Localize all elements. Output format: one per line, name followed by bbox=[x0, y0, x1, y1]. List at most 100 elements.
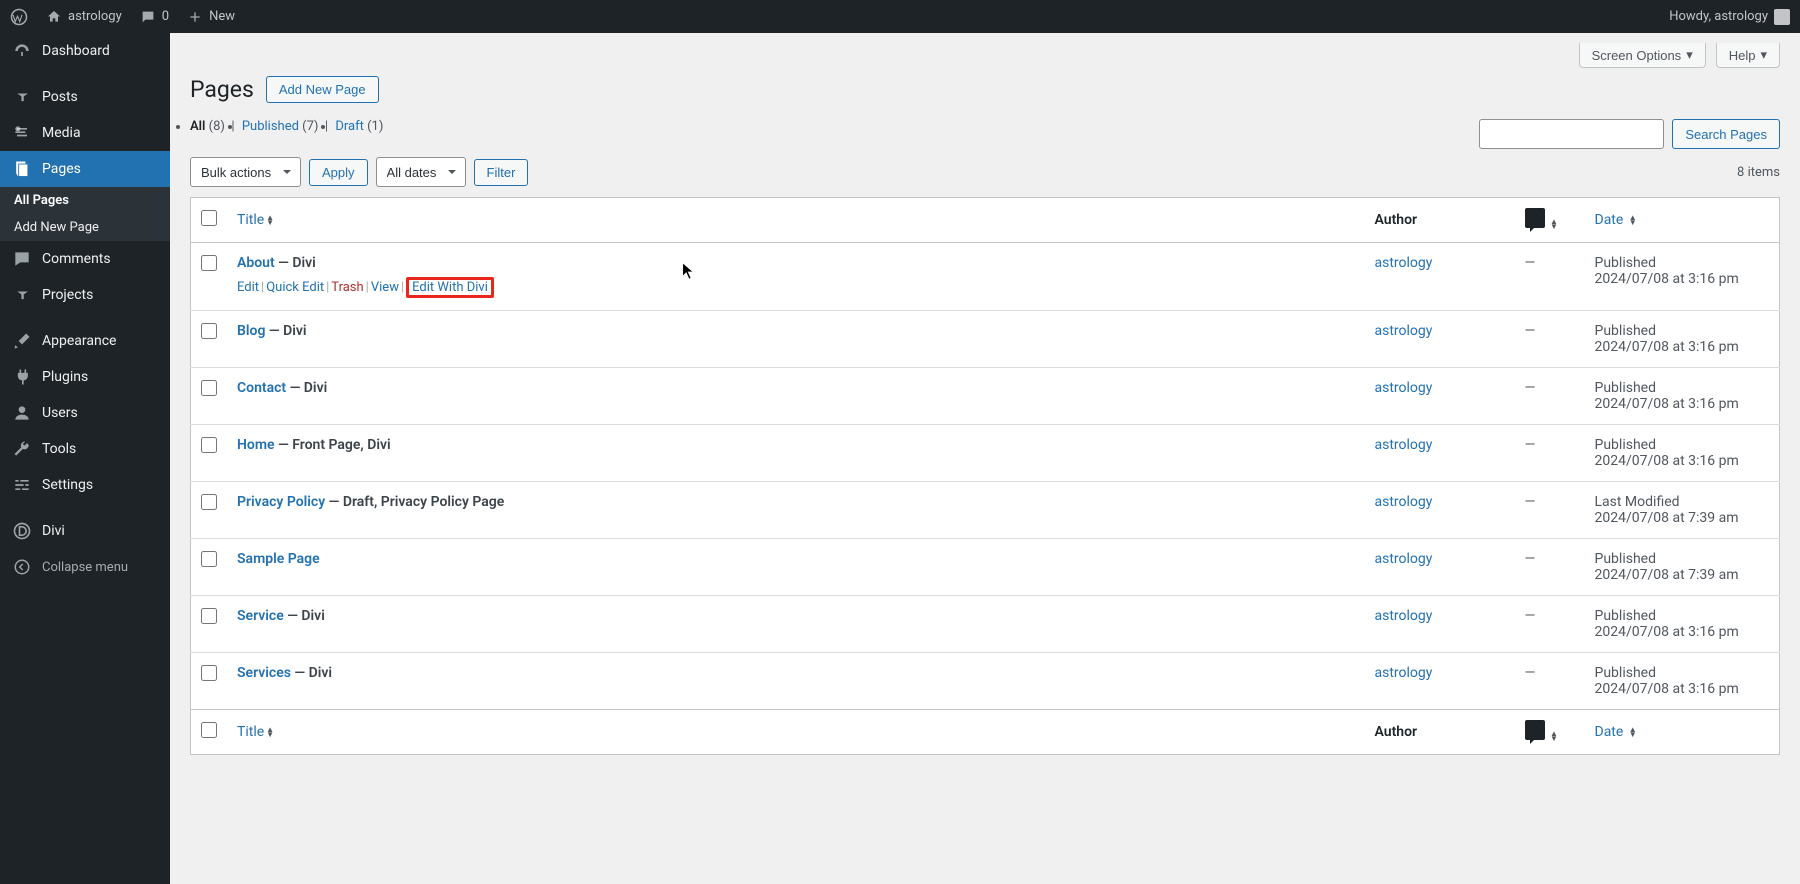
post-state: — Divi bbox=[286, 380, 327, 396]
page-title-link[interactable]: Privacy Policy bbox=[237, 494, 325, 510]
sidebar-item-tools[interactable]: Tools bbox=[0, 431, 170, 467]
sidebar-item-label: Divi bbox=[42, 523, 65, 539]
author-link[interactable]: astrology bbox=[1375, 255, 1433, 271]
page-title-link[interactable]: Service bbox=[237, 608, 284, 624]
date-value: 2024/07/08 at 3:16 pm bbox=[1595, 271, 1770, 287]
select-all-checkbox-footer[interactable] bbox=[201, 722, 217, 738]
table-row: Sample Pageastrology—Published2024/07/08… bbox=[191, 539, 1780, 596]
col-title-header[interactable]: Title▲▼ bbox=[227, 198, 1365, 243]
page-title-link[interactable]: Contact bbox=[237, 380, 286, 396]
status-filter-links: All (8) | Published (7) | Draft (1) bbox=[190, 119, 383, 134]
sidebar-item-projects[interactable]: Projects bbox=[0, 277, 170, 313]
add-new-page-button[interactable]: Add New Page bbox=[266, 76, 379, 103]
table-row: Blog — Diviastrology—Published2024/07/08… bbox=[191, 311, 1780, 368]
date-status: Published bbox=[1595, 608, 1770, 624]
trash-link[interactable]: Trash bbox=[331, 280, 363, 295]
select-all-checkbox[interactable] bbox=[201, 210, 217, 226]
author-link[interactable]: astrology bbox=[1375, 380, 1433, 396]
row-checkbox[interactable] bbox=[201, 437, 217, 453]
filter-published[interactable]: Published bbox=[242, 119, 299, 134]
sidebar-item-label: Posts bbox=[42, 89, 78, 105]
author-link[interactable]: astrology bbox=[1375, 323, 1433, 339]
wrench-icon bbox=[12, 439, 32, 459]
sidebar-item-dashboard[interactable]: Dashboard bbox=[0, 33, 170, 69]
edit-link[interactable]: Edit bbox=[237, 280, 259, 295]
screen-options-button[interactable]: Screen Options ▾ bbox=[1579, 43, 1706, 68]
comments-link[interactable]: 0 bbox=[140, 9, 169, 25]
author-link[interactable]: astrology bbox=[1375, 608, 1433, 624]
filter-all[interactable]: All bbox=[190, 119, 205, 134]
help-button[interactable]: Help ▾ bbox=[1716, 43, 1780, 68]
search-input[interactable] bbox=[1479, 119, 1664, 149]
row-checkbox[interactable] bbox=[201, 323, 217, 339]
apply-button[interactable]: Apply bbox=[309, 159, 368, 186]
page-title-link[interactable]: Home bbox=[237, 437, 275, 453]
sort-icon: ▲▼ bbox=[1550, 731, 1558, 741]
comment-count: — bbox=[1525, 380, 1536, 396]
comment-count: — bbox=[1525, 494, 1536, 510]
author-link[interactable]: astrology bbox=[1375, 494, 1433, 510]
page-title-link[interactable]: About bbox=[237, 255, 275, 271]
sidebar-item-settings[interactable]: Settings bbox=[0, 467, 170, 503]
edit-with-divi-link[interactable]: Edit With Divi bbox=[412, 280, 488, 295]
date-status: Published bbox=[1595, 665, 1770, 681]
table-row: Services — Diviastrology—Published2024/0… bbox=[191, 653, 1780, 710]
date-value: 2024/07/08 at 3:16 pm bbox=[1595, 339, 1770, 355]
search-button[interactable]: Search Pages bbox=[1672, 119, 1780, 149]
author-link[interactable]: astrology bbox=[1375, 551, 1433, 567]
col-date-header[interactable]: Date ▲▼ bbox=[1585, 198, 1780, 243]
comment-count: — bbox=[1525, 323, 1536, 339]
site-name-link[interactable]: astrology bbox=[46, 9, 122, 25]
col-author-footer: Author bbox=[1365, 710, 1515, 755]
sort-icon: ▲▼ bbox=[1550, 219, 1558, 229]
collapse-menu[interactable]: Collapse menu bbox=[0, 549, 170, 585]
sidebar-item-divi[interactable]: Divi bbox=[0, 513, 170, 549]
col-date-footer[interactable]: Date ▲▼ bbox=[1585, 710, 1780, 755]
sliders-icon bbox=[12, 475, 32, 495]
row-checkbox[interactable] bbox=[201, 380, 217, 396]
collapse-label: Collapse menu bbox=[42, 560, 128, 575]
view-link[interactable]: View bbox=[371, 280, 399, 295]
sidebar-item-appearance[interactable]: Appearance bbox=[0, 323, 170, 359]
sidebar-sub-all-pages[interactable]: All Pages bbox=[0, 187, 170, 214]
comment-icon bbox=[12, 249, 32, 269]
sidebar-item-plugins[interactable]: Plugins bbox=[0, 359, 170, 395]
sidebar-sub-add-new-page[interactable]: Add New Page bbox=[0, 214, 170, 241]
col-comments-footer[interactable]: ▲▼ bbox=[1515, 710, 1585, 755]
col-title-footer[interactable]: Title▲▼ bbox=[227, 710, 1365, 755]
row-checkbox[interactable] bbox=[201, 494, 217, 510]
sidebar-item-media[interactable]: Media bbox=[0, 115, 170, 151]
sidebar-item-users[interactable]: Users bbox=[0, 395, 170, 431]
row-checkbox[interactable] bbox=[201, 665, 217, 681]
date-value: 2024/07/08 at 7:39 am bbox=[1595, 567, 1770, 583]
page-title-link[interactable]: Blog bbox=[237, 323, 265, 339]
col-comments-header[interactable]: ▲▼ bbox=[1515, 198, 1585, 243]
author-link[interactable]: astrology bbox=[1375, 437, 1433, 453]
sidebar-item-comments[interactable]: Comments bbox=[0, 241, 170, 277]
howdy-link[interactable]: Howdy, astrology bbox=[1669, 9, 1790, 25]
page-title-link[interactable]: Services bbox=[237, 665, 291, 681]
author-link[interactable]: astrology bbox=[1375, 665, 1433, 681]
page-title-link[interactable]: Sample Page bbox=[237, 551, 320, 567]
row-checkbox[interactable] bbox=[201, 255, 217, 271]
sort-icon: ▲▼ bbox=[266, 215, 274, 225]
post-state: — Divi bbox=[275, 255, 316, 271]
quick-edit-link[interactable]: Quick Edit bbox=[266, 280, 324, 295]
wp-logo[interactable] bbox=[10, 8, 28, 26]
bulk-actions-select[interactable]: Bulk actions bbox=[190, 157, 301, 187]
filter-button[interactable]: Filter bbox=[474, 159, 529, 186]
row-checkbox[interactable] bbox=[201, 608, 217, 624]
date-filter-select[interactable]: All dates bbox=[376, 157, 466, 187]
page-title: Pages bbox=[190, 76, 254, 103]
new-content-link[interactable]: New bbox=[187, 9, 235, 25]
sidebar-item-posts[interactable]: Posts bbox=[0, 79, 170, 115]
comment-count: — bbox=[1525, 665, 1536, 681]
new-label: New bbox=[209, 9, 235, 24]
sidebar-item-pages[interactable]: Pages bbox=[0, 151, 170, 187]
pin-icon bbox=[12, 285, 32, 305]
sort-icon: ▲▼ bbox=[1629, 215, 1637, 225]
row-checkbox[interactable] bbox=[201, 551, 217, 567]
table-row: Contact — Diviastrology—Published2024/07… bbox=[191, 368, 1780, 425]
sidebar-item-label: Users bbox=[42, 405, 78, 421]
filter-draft[interactable]: Draft bbox=[335, 119, 364, 134]
